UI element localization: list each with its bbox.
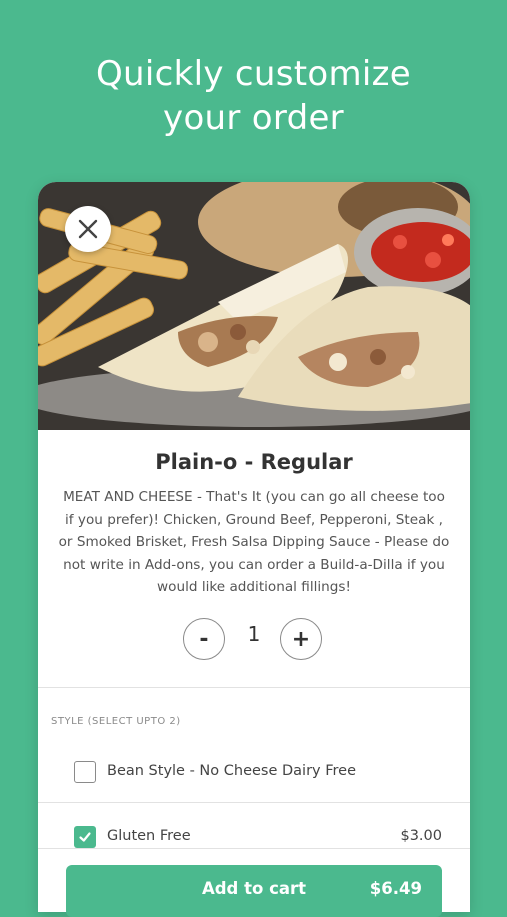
promo-headline-line2: your order [163, 98, 344, 138]
item-name: Plain-o - Regular [155, 450, 353, 474]
promo-headline-line1: Quickly customize [95, 54, 412, 94]
option-row-bean-style[interactable]: Bean Style - No Cheese Dairy Free [38, 752, 470, 792]
add-to-cart-button[interactable]: Add to cart $6.49 [66, 865, 442, 917]
option-price: $3.00 [400, 828, 442, 844]
option-label: Gluten Free [107, 828, 191, 844]
option-row-gluten-free[interactable]: Gluten Free $3.00 [38, 817, 470, 857]
option-checkbox[interactable] [74, 761, 96, 783]
divider [38, 802, 470, 803]
option-label: Bean Style - No Cheese Dairy Free [107, 763, 356, 779]
divider [38, 687, 470, 688]
options-section-label: STYLE (SELECT UPTO 2) [51, 716, 181, 727]
item-customize-card: Plain-o - Regular MEAT AND CHEESE - That… [38, 182, 470, 912]
cart-total-price: $6.49 [369, 879, 422, 898]
divider [38, 848, 470, 849]
checkmark-icon [79, 832, 91, 842]
item-description: MEAT AND CHEESE - That's It (you can go … [58, 489, 450, 595]
option-checkbox-checked[interactable] [74, 826, 96, 848]
promo-headline: Quickly customize your order [0, 52, 507, 140]
quantity-decrement-button[interactable]: - [183, 618, 225, 660]
quantity-value: 1 [247, 622, 261, 646]
close-button[interactable] [65, 206, 111, 252]
quantity-increment-button[interactable]: + [280, 618, 322, 660]
close-icon [78, 219, 98, 239]
